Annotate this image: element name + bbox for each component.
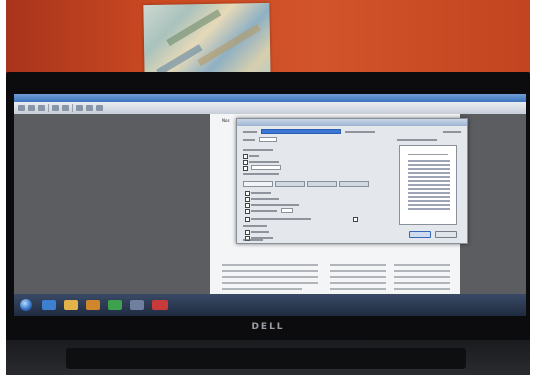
preview-row xyxy=(408,188,450,190)
document-text-line xyxy=(330,288,386,290)
ie-icon[interactable] xyxy=(42,300,56,310)
preview-row xyxy=(408,172,450,174)
printer-select[interactable] xyxy=(261,129,341,134)
document-text-line xyxy=(222,288,302,290)
pdf-icon[interactable] xyxy=(152,300,168,310)
scale-field[interactable] xyxy=(281,208,293,213)
app-icon[interactable] xyxy=(130,300,144,310)
dialog-label xyxy=(251,231,269,233)
document-text-line xyxy=(330,276,386,278)
toolbar-button[interactable] xyxy=(52,105,59,111)
poster-graphic xyxy=(197,24,261,67)
shrink-radio[interactable] xyxy=(245,203,250,208)
document-text-line xyxy=(222,270,318,272)
document-text-line xyxy=(330,282,386,284)
preview-row xyxy=(408,196,450,198)
keyboard xyxy=(66,348,466,370)
preview-row xyxy=(408,160,450,162)
document-text-line xyxy=(394,288,450,290)
document-text-line xyxy=(394,282,450,284)
folder-icon[interactable] xyxy=(64,300,78,310)
header-cell: Nos xyxy=(222,118,230,123)
fit-radio[interactable] xyxy=(245,191,250,196)
pages-radio[interactable] xyxy=(243,166,248,171)
preview-row xyxy=(408,180,450,182)
chrome-icon[interactable] xyxy=(108,300,122,310)
poster-graphic xyxy=(166,9,222,47)
dialog-label xyxy=(249,155,259,157)
toolbar-button[interactable] xyxy=(38,105,45,111)
monitor-screen: Nos Product/Item Name Qty Rack/Reference… xyxy=(14,94,526,316)
page-setup-link[interactable] xyxy=(243,239,263,241)
document-text-line xyxy=(394,270,450,272)
app-toolbar xyxy=(14,102,526,114)
tab-size[interactable] xyxy=(243,181,273,187)
print-preview xyxy=(399,145,457,225)
toolbar-button[interactable] xyxy=(18,105,25,111)
dialog-label xyxy=(243,139,255,141)
tab-multiple[interactable] xyxy=(307,181,337,187)
preview-line xyxy=(408,154,448,155)
preview-row xyxy=(408,200,450,202)
preview-row xyxy=(408,208,450,210)
portrait-radio[interactable] xyxy=(245,230,250,235)
dialog-label xyxy=(243,225,267,227)
grayscale-checkbox[interactable] xyxy=(353,217,358,222)
toolbar-separator xyxy=(48,104,49,112)
dialog-label xyxy=(251,210,277,212)
monitor-brand-logo: DELL xyxy=(251,322,285,332)
pages-range-field[interactable] xyxy=(251,165,281,170)
preview-row xyxy=(408,164,450,166)
toolbar-separator xyxy=(72,104,73,112)
tab-poster[interactable] xyxy=(275,181,305,187)
actual-size-radio[interactable] xyxy=(245,197,250,202)
paper-source-checkbox[interactable] xyxy=(245,217,250,222)
dialog-label xyxy=(243,149,273,151)
dialog-label xyxy=(251,198,279,200)
custom-scale-radio[interactable] xyxy=(245,209,250,214)
dialog-label xyxy=(251,192,271,194)
all-pages-radio[interactable] xyxy=(243,154,248,159)
dialog-label xyxy=(251,218,311,220)
wall-poster xyxy=(143,2,271,82)
document-text-line xyxy=(394,276,450,278)
document-text-line xyxy=(222,282,318,284)
dialog-label xyxy=(251,204,299,206)
current-page-radio[interactable] xyxy=(243,160,248,165)
preview-row xyxy=(408,168,450,170)
toolbar-button[interactable] xyxy=(62,105,69,111)
preview-row xyxy=(408,192,450,194)
document-text-line xyxy=(222,264,318,266)
dialog-label xyxy=(397,139,437,141)
windows-taskbar xyxy=(14,294,526,316)
dialog-titlebar xyxy=(237,119,467,126)
cancel-button[interactable] xyxy=(435,231,457,238)
window-titlebar xyxy=(14,94,526,102)
preview-row xyxy=(408,176,450,178)
print-button[interactable] xyxy=(409,231,431,238)
document-text-line xyxy=(330,264,386,266)
tab-booklet[interactable] xyxy=(339,181,369,187)
dialog-label xyxy=(443,131,461,133)
preview-row xyxy=(408,184,450,186)
toolbar-button[interactable] xyxy=(96,105,103,111)
dialog-label xyxy=(345,131,375,133)
print-dialog xyxy=(236,118,468,244)
preview-row xyxy=(408,204,450,206)
document-text-line xyxy=(394,264,450,266)
document-text-line xyxy=(222,276,318,278)
dialog-label xyxy=(243,173,279,175)
toolbar-button[interactable] xyxy=(76,105,83,111)
photo-scene: Nos Product/Item Name Qty Rack/Reference… xyxy=(6,0,530,375)
copies-field[interactable] xyxy=(259,137,277,142)
toolbar-button[interactable] xyxy=(28,105,35,111)
document-text-line xyxy=(330,270,386,272)
start-button[interactable] xyxy=(20,299,32,311)
toolbar-button[interactable] xyxy=(86,105,93,111)
dialog-label xyxy=(249,161,279,163)
dialog-label xyxy=(243,131,257,133)
media-icon[interactable] xyxy=(86,300,100,310)
